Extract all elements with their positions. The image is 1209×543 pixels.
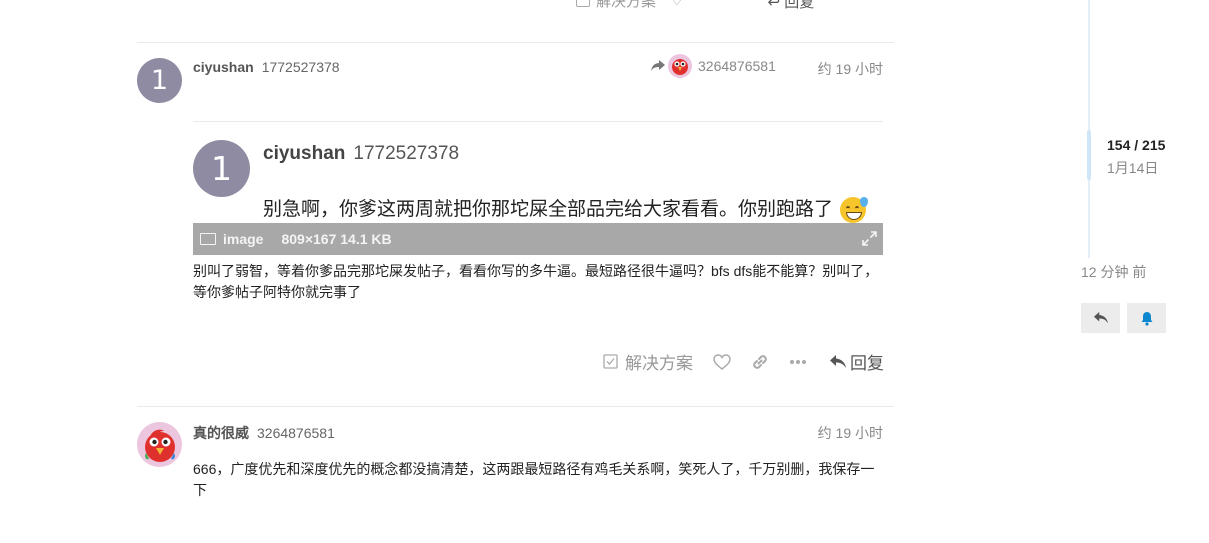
post-body: 别叫了弱智，等着你爹品完那坨屎发帖子，看看你写的多牛逼。最短路径很牛逼吗？bfs… [193,263,879,300]
heart-icon [713,353,731,370]
timeline-last-activity[interactable]: 12 分钟 前 [1081,262,1146,282]
quote-block: 1 ciyushan 1772527378 别急啊，你爹这两周就把你那坨屎全部品完… [193,121,883,223]
quote-avatar-wrap: 1 [193,140,250,197]
post-actions: 解决方案 回复 [583,349,884,374]
expand-icon[interactable] [862,231,877,246]
bell-icon [1141,311,1152,326]
reply-arrow-icon [830,354,846,368]
solution-button[interactable]: 解决方案 [603,349,693,374]
parrot-icon [672,59,688,75]
post-user-id: 1772527378 [261,59,340,75]
image-label: image [223,231,264,247]
avatar-letter: 1 [150,65,169,96]
timeline-handle[interactable] [1087,130,1091,180]
post-header: 真的很威 3264876581 [193,423,335,443]
quote-text: 别急啊，你爹这两周就把你那坨屎全部品完给大家看看。你别跑路了 [263,194,869,223]
more-button[interactable] [789,359,807,365]
like-button[interactable] [713,353,731,370]
previous-post-actions: 解决方案 ♡ ↩ 回复 [576,0,815,11]
timeline-post-count: 154 / 215 [1107,137,1166,153]
timeline-track[interactable] [1088,0,1090,258]
copy-link-button[interactable] [751,353,769,371]
checkbox-icon [603,354,618,369]
reply-to-indicator[interactable]: 3264876581 [650,54,776,78]
parrot-icon [144,429,175,462]
post-username[interactable]: ciyushan [193,59,254,75]
post-username[interactable]: 真的很威 [193,423,249,443]
post-user-id: 3264876581 [257,425,335,441]
timeline-date: 1月14日 [1107,160,1159,176]
quote-avatar: 1 [193,140,250,197]
post-ciyushan: 1 ciyushan 1772527378 3264876581 约 19 小时 [137,42,894,406]
reply-arrow-icon: ↩ [767,0,781,11]
previous-solution-label: 解决方案 [596,0,657,10]
quote-avatar-letter: 1 [211,149,232,188]
timeline-reply-button[interactable] [1081,303,1120,333]
reply-arrow-icon [1093,311,1108,324]
avatar[interactable]: 1 [137,58,182,103]
image-attachment[interactable]: image 809×167 14.1 KB [193,223,883,255]
topic-page: 解决方案 ♡ ↩ 回复 1 ciyushan 1772527378 326487… [0,0,1209,543]
post-body: 666，广度优先和深度优先的概念都没搞清楚，这两跟最短路径有鸡毛关系啊，笑死人了… [193,461,875,498]
reply-label: 回复 [850,354,884,373]
post-time[interactable]: 约 19 小时 [818,59,883,79]
previous-reply-label: 回复 [784,0,815,11]
image-meta: 809×167 14.1 KB [281,231,392,247]
quote-user-id: 1772527378 [353,143,460,164]
previous-solution-button[interactable]: 解决方案 [576,0,657,10]
post-time[interactable]: 约 19 小时 [818,423,883,443]
checkbox-icon [576,0,590,7]
ellipsis-icon [790,359,806,364]
timeline-notification-button[interactable] [1127,303,1166,333]
quote-text-content: 别急啊，你爹这两周就把你那坨屎全部品完给大家看看。你别跑路了 [263,199,834,220]
previous-like-icon[interactable]: ♡ [670,0,683,9]
previous-reply-button[interactable]: ↩ 回复 [767,0,815,11]
reply-to-user-id: 3264876581 [698,58,776,74]
share-arrow-icon [651,60,665,71]
quote-username: ciyushan [263,143,346,164]
post-zhendehenwei: 真的很威 3264876581 约 19 小时 666，广度优先和深度优先的概念… [137,406,894,543]
reply-button[interactable]: 回复 [829,349,884,374]
quote-author: ciyushan 1772527378 [263,143,459,165]
link-icon [753,354,767,369]
solution-label: 解决方案 [625,354,693,373]
image-icon [200,233,216,245]
avatar[interactable] [137,422,182,467]
sweat-smile-emoji-icon [840,196,869,223]
reply-to-avatar [668,54,692,78]
post-header: ciyushan 1772527378 [193,59,340,75]
